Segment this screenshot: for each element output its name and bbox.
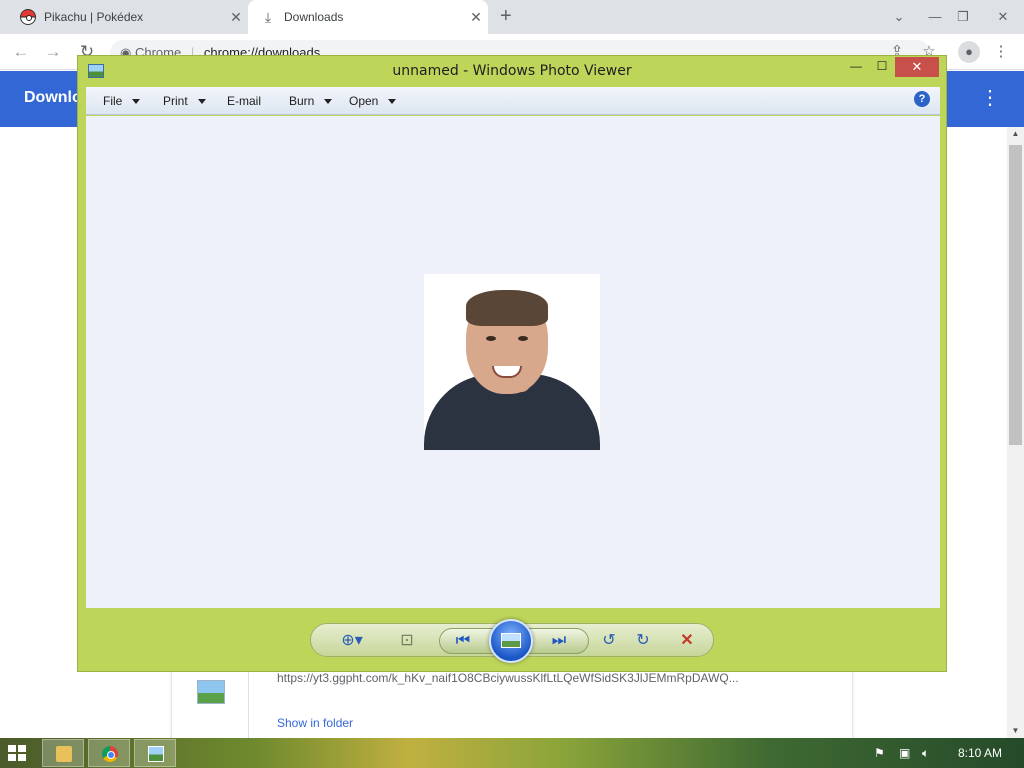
taskbar-clock[interactable]: 8:10 AM	[958, 746, 1002, 760]
rotate-counterclockwise-icon[interactable]: ↺	[597, 630, 621, 652]
rotate-clockwise-icon[interactable]: ↻	[631, 630, 655, 652]
tab-strip: Pikachu | Pokédex ✕ ⤓ Downloads ✕ + ⌄ — …	[0, 0, 1024, 34]
scroll-down-arrow-icon[interactable]: ▼	[1007, 724, 1024, 738]
page-title: Downlo	[24, 89, 82, 106]
menu-label: Open	[349, 94, 379, 108]
close-icon[interactable]: ✕	[895, 57, 939, 77]
menu-label: File	[103, 94, 123, 108]
page-menu-icon[interactable]: ⋮	[980, 85, 1000, 110]
tab-downloads[interactable]: ⤓ Downloads ✕	[248, 0, 488, 34]
pokeball-icon	[20, 9, 36, 25]
scrollbar-thumb[interactable]	[1009, 145, 1022, 445]
dropdown-caret-icon	[132, 99, 141, 105]
page-scrollbar[interactable]: ▲ ▼	[1007, 127, 1024, 738]
previous-icon[interactable]: ⏮	[451, 630, 475, 652]
taskbar-photo-viewer[interactable]	[134, 739, 176, 767]
menu-label: Burn	[289, 94, 315, 108]
photo-eye	[486, 336, 496, 341]
menu-burn[interactable]: Burn	[289, 94, 333, 108]
action-center-flag-icon[interactable]: ⚑	[874, 746, 885, 760]
download-url[interactable]: https://yt3.ggpht.com/k_hKv_naif1O8CBciy…	[277, 671, 777, 685]
windows-logo-icon	[18, 745, 26, 752]
taskbar-file-explorer[interactable]	[42, 739, 84, 767]
scroll-up-arrow-icon[interactable]: ▲	[1007, 127, 1024, 141]
windows-logo-icon	[18, 754, 26, 761]
download-icon: ⤓	[264, 9, 272, 25]
next-icon[interactable]: ⏭	[547, 630, 571, 652]
delete-icon[interactable]: ✕	[675, 630, 699, 652]
zoom-icon[interactable]: ⊕▾	[335, 630, 369, 652]
tab-close-icon[interactable]: ✕	[464, 9, 488, 26]
folder-icon	[56, 746, 72, 762]
slideshow-icon	[501, 633, 521, 648]
menu-open[interactable]: Open	[349, 94, 397, 108]
photo-viewer-controls: ⊕▾ ⊡ ⏮ ⏭ ↺ ↻ ✕	[310, 619, 714, 663]
maximize-icon[interactable]: ☐	[869, 57, 895, 77]
chrome-icon	[102, 746, 118, 762]
menu-email[interactable]: E-mail	[227, 94, 261, 108]
minimize-icon[interactable]: —	[843, 57, 869, 77]
tab-label: Downloads	[284, 10, 344, 24]
photo-viewer-icon	[148, 746, 164, 762]
tab-close-icon[interactable]: ✕	[224, 9, 248, 26]
network-icon[interactable]: ▣	[899, 746, 910, 760]
show-in-folder-link[interactable]: Show in folder	[277, 716, 353, 730]
volume-icon[interactable]: 🔈︎	[922, 746, 929, 761]
photo-hair	[466, 290, 548, 326]
windows-logo-icon	[8, 745, 16, 752]
new-tab-button[interactable]: +	[500, 6, 520, 26]
dropdown-caret-icon	[197, 99, 206, 105]
menu-label: E-mail	[227, 94, 262, 108]
forward-button[interactable]: →	[42, 41, 64, 63]
taskbar-chrome[interactable]	[88, 739, 130, 767]
help-icon[interactable]: ?	[914, 91, 930, 107]
photo-eye	[518, 336, 528, 341]
image-file-icon	[197, 680, 225, 704]
tab-label: Pikachu | Pokédex	[44, 10, 144, 24]
photo-viewer-window: unnamed - Windows Photo Viewer — ☐ ✕ Fil…	[77, 55, 947, 672]
dropdown-caret-icon	[388, 99, 397, 105]
window-title: unnamed - Windows Photo Viewer	[392, 63, 632, 79]
menu-label: Print	[163, 94, 188, 108]
portrait-photo	[424, 274, 600, 450]
dropdown-caret-icon	[324, 99, 333, 105]
profile-avatar[interactable]: ●	[958, 41, 980, 63]
close-window-button[interactable]: ✕	[986, 0, 1020, 34]
tab-pikachu[interactable]: Pikachu | Pokédex ✕	[8, 0, 248, 34]
photo-viewer-menubar: File Print E-mail Burn Open ?	[86, 87, 940, 115]
restore-button[interactable]: ❐	[946, 0, 980, 34]
menu-print[interactable]: Print	[163, 94, 206, 108]
tab-search-icon[interactable]: ⌄	[882, 0, 916, 34]
back-button[interactable]: ←	[10, 41, 32, 63]
browser-menu-icon[interactable]: ⋮	[990, 41, 1012, 63]
photo-viewer-titlebar[interactable]: unnamed - Windows Photo Viewer — ☐ ✕	[78, 56, 946, 87]
windows-logo-icon	[8, 754, 16, 761]
image-canvas[interactable]	[86, 116, 940, 608]
windows-taskbar: ⚑ ▣ 🔈︎ 8:10 AM	[0, 738, 1024, 768]
slideshow-button[interactable]	[489, 619, 533, 663]
start-button[interactable]	[8, 745, 26, 761]
actual-size-icon[interactable]: ⊡	[395, 630, 419, 652]
menu-file[interactable]: File	[103, 94, 141, 108]
